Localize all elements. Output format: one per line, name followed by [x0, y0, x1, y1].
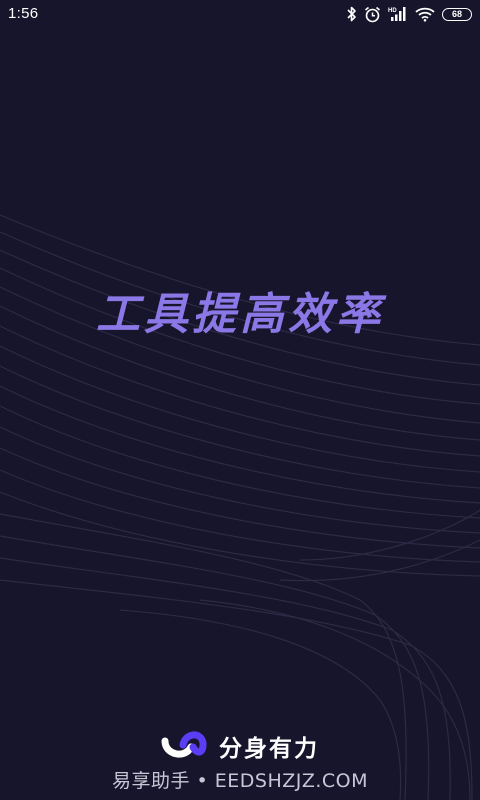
background-waves	[0, 214, 480, 800]
splash-screen: 1:56 HD 68 工具提高效率 分身有力 易享助手 • EEDSHZJZ.C…	[0, 0, 480, 800]
battery-icon: 68	[442, 7, 472, 21]
watermark-text: 易享助手 • EEDSHZJZ.COM	[111, 770, 369, 792]
brand-lockup: 分身有力	[0, 728, 480, 764]
bluetooth-icon	[346, 6, 357, 22]
app-logo-icon	[161, 729, 207, 763]
status-icons: HD 68	[346, 5, 472, 23]
status-bar: 1:56 HD 68	[0, 0, 480, 28]
splash-slogan: 工具提高效率	[96, 289, 384, 340]
status-time: 1:56	[8, 5, 39, 22]
brand-name: 分身有力	[219, 736, 319, 762]
signal-icon: HD	[388, 6, 408, 22]
svg-text:HD: HD	[388, 8, 397, 14]
wifi-icon	[415, 7, 435, 22]
alarm-icon	[364, 6, 381, 23]
